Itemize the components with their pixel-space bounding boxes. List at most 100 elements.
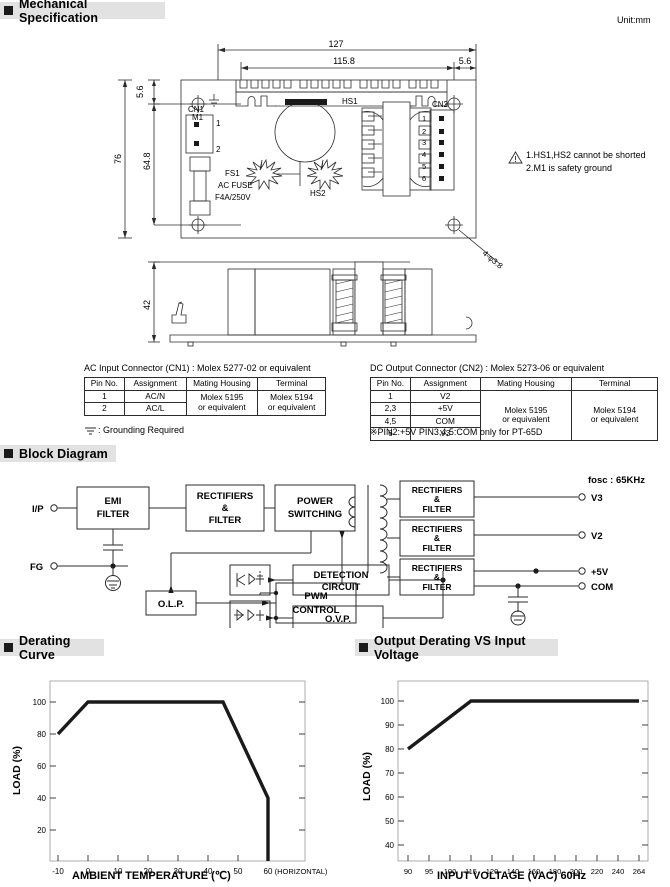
svg-text:CN1: CN1 (188, 105, 205, 114)
bullet-square-icon (4, 449, 13, 458)
svg-text:5.6: 5.6 (135, 85, 145, 98)
svg-text:FILTER: FILTER (422, 504, 451, 514)
cn2-terminal-line1: Molex 5194 (593, 404, 637, 415)
warning-line-2: 2.M1 is safety ground (526, 163, 613, 173)
bullet-square-icon (359, 643, 368, 652)
mechanical-drawing: HS1 HS2 127 115.8 5.6 5.6 76 64.8 42 M1 … (113, 39, 505, 347)
svg-text:(HORIZONTAL): (HORIZONTAL) (275, 867, 328, 876)
svg-text:115.8: 115.8 (333, 56, 355, 66)
cn1-header-assignment: Assignment (123, 377, 187, 391)
svg-text:FILTER: FILTER (422, 543, 451, 553)
svg-text:I/P: I/P (32, 504, 44, 515)
cn2-table-caption: DC Output Connector (CN2) : Molex 5273-0… (370, 363, 605, 373)
svg-text:60: 60 (385, 793, 394, 802)
section-header-block-diagram: Block Diagram (0, 445, 116, 462)
warning-line-1: 1.HS1,HS2 cannot be shorted (526, 150, 646, 160)
derating-ylabel: LOAD (%) (11, 746, 23, 795)
svg-text:80: 80 (385, 745, 394, 754)
svg-text:5: 5 (422, 162, 426, 171)
svg-text:5.6: 5.6 (459, 56, 472, 66)
output-derating-ylabel: LOAD (%) (361, 752, 373, 801)
ground-symbol-icon (85, 427, 96, 435)
svg-text:POWER: POWER (297, 496, 333, 507)
svg-text:AC FUSE: AC FUSE (218, 181, 253, 190)
svg-text:EMI: EMI (105, 496, 122, 507)
svg-text:127: 127 (328, 39, 343, 49)
svg-text:240: 240 (612, 867, 625, 876)
cn1-row0-assignment: AC/N (123, 389, 187, 404)
svg-text:FG: FG (30, 562, 43, 573)
svg-text:20: 20 (37, 826, 46, 835)
svg-text:HS1: HS1 (342, 97, 358, 106)
cn2-header-terminal: Terminal (571, 377, 658, 391)
svg-text:CN2: CN2 (432, 100, 449, 109)
svg-text:60: 60 (264, 867, 273, 876)
cn1-header-terminal: Terminal (257, 377, 326, 391)
block-diagram: EMI FILTER RECTIFIERS & FILTER POWER SWI… (30, 475, 645, 628)
svg-text:40: 40 (385, 841, 394, 850)
cn2-row2-assignment: COM (409, 414, 481, 429)
cn1-housing-line1: Molex 5195 (200, 392, 244, 403)
cn2-row1-pin: 2,3 (370, 402, 411, 416)
section-title-mechanical: Mechanical Specification (19, 0, 99, 25)
cn1-table-header-row: Pin No. Assignment Mating Housing Termin… (84, 377, 326, 391)
svg-text:95: 95 (425, 867, 433, 876)
cn2-row2-pin: 4,5 (370, 414, 411, 429)
svg-text:100: 100 (33, 698, 47, 707)
svg-text:V2: V2 (591, 531, 603, 542)
svg-text:DETECTION: DETECTION (314, 570, 369, 581)
svg-text:100: 100 (381, 697, 395, 706)
warning-triangle-icon (508, 151, 523, 164)
cn1-mating-housing: Molex 5195 or equivalent (185, 389, 259, 416)
svg-text:1: 1 (422, 114, 426, 123)
svg-text:fosc : 65KHz: fosc : 65KHz (588, 475, 645, 486)
derating-curve-chart: 100 80 60 40 20 -10 0 10 20 30 40 50 60 … (11, 680, 328, 876)
section-title-block-diagram: Block Diagram (19, 446, 108, 461)
cn1-row1-pin: 2 (84, 402, 125, 416)
cn1-header-housing: Mating Housing (185, 377, 259, 391)
svg-text:42: 42 (142, 300, 152, 310)
svg-text:90: 90 (385, 721, 394, 730)
cn2-row1-assignment: +5V (409, 402, 481, 416)
output-derating-xlabel: INPUT VOLTAGE (VAC) 60Hz (437, 870, 587, 882)
section-header-output-derating: Output Derating VS Input Voltage (355, 634, 558, 662)
cn2-terminal-line2: or equivalent (590, 414, 639, 425)
svg-text:FILTER: FILTER (209, 515, 242, 526)
svg-text:90: 90 (404, 867, 412, 876)
svg-text:V3: V3 (591, 493, 603, 504)
svg-text:6: 6 (422, 174, 426, 183)
plot-area (397, 680, 649, 862)
cn2-header-assignment: Assignment (409, 377, 481, 391)
svg-text:3: 3 (422, 138, 426, 147)
cn2-housing-line2: or equivalent (502, 414, 550, 425)
svg-text:&: & (434, 494, 440, 504)
cn1-terminal: Molex 5194 or equivalent (257, 389, 326, 416)
svg-text:FS1: FS1 (225, 169, 240, 178)
svg-text:4: 4 (422, 150, 426, 159)
cn2-terminal: Molex 5194 or equivalent (571, 389, 658, 441)
svg-text:70: 70 (385, 769, 394, 778)
svg-text:1: 1 (216, 119, 221, 128)
svg-text:F4A/250V: F4A/250V (215, 193, 251, 202)
cn1-footnote-text: : Grounding Required (98, 425, 185, 435)
svg-text:+5V: +5V (591, 567, 609, 578)
svg-text:60: 60 (37, 762, 46, 771)
cn2-footnote: ※PIN2:+5V PIN3,4,5:COM only for PT-65D (370, 427, 543, 437)
cn1-terminal-line1: Molex 5194 (270, 392, 314, 403)
cn2-row0-assignment: V2 (409, 389, 481, 404)
svg-text:264: 264 (633, 867, 646, 876)
svg-text:80: 80 (37, 730, 46, 739)
svg-text:64.8: 64.8 (142, 152, 152, 170)
svg-text:FILTER: FILTER (97, 509, 130, 520)
svg-text:50: 50 (385, 817, 394, 826)
cn1-terminal-line2: or equivalent (267, 401, 316, 412)
section-title-output-derating: Output Derating VS Input Voltage (374, 633, 526, 662)
svg-text:-10: -10 (52, 867, 64, 876)
bullet-square-icon (4, 6, 13, 15)
svg-text:SWITCHING: SWITCHING (288, 509, 342, 520)
svg-text:M1: M1 (192, 113, 204, 122)
cn1-row0-pin: 1 (84, 389, 125, 404)
svg-text:CIRCUIT: CIRCUIT (322, 582, 361, 593)
svg-text:&: & (434, 572, 440, 582)
svg-text:&: & (434, 533, 440, 543)
